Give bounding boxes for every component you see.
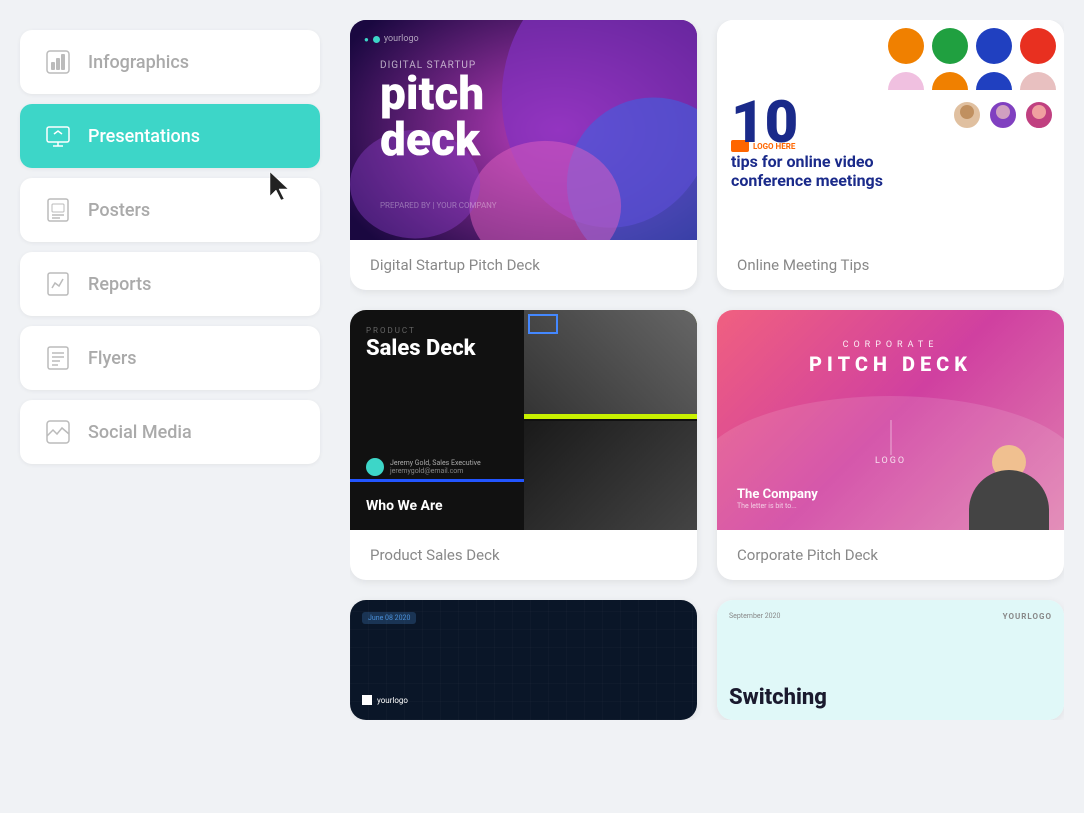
mouse-cursor [268, 170, 290, 204]
startup-logo: yourlogo [364, 34, 419, 44]
card-digital-startup[interactable]: yourlogo digital startup pitchdeck PREPA… [350, 20, 697, 290]
sidebar-item-flyers[interactable]: Flyers [20, 326, 320, 390]
infographics-icon [44, 48, 72, 76]
card-corporate-pitch[interactable]: CORPORATE PITCH DECK LOGO The Company Th… [717, 310, 1064, 580]
meeting-thumb-bg: LOGO HERE 10 tips for online video confe… [717, 20, 1064, 240]
sidebar-item-reports[interactable]: Reports [20, 252, 320, 316]
building-logo-area: yourlogo [362, 695, 408, 705]
sidebar-item-infographics[interactable]: Infographics [20, 30, 320, 94]
sidebar-item-social-media-label: Social Media [88, 422, 192, 443]
corporate-thumb-bg: CORPORATE PITCH DECK LOGO The Company Th… [717, 310, 1064, 530]
sidebar-item-infographics-label: Infographics [88, 52, 189, 73]
card-label-digital-startup: Digital Startup Pitch Deck [350, 240, 697, 290]
posters-icon [44, 196, 72, 224]
card-dark-building[interactable]: June 08 2020 yourlogo [350, 600, 697, 720]
social-media-icon [44, 418, 72, 446]
content-grid: yourlogo digital startup pitchdeck PREPA… [350, 20, 1064, 720]
card-label-corporate-pitch: Corporate Pitch Deck [717, 530, 1064, 580]
sidebar-item-posters-label: Posters [88, 200, 150, 221]
sales-text-area: PRODUCT Sales Deck [366, 326, 476, 361]
sidebar-item-presentations-label: Presentations [88, 126, 200, 147]
card-label-online-meeting: Online Meeting Tips [717, 240, 1064, 290]
card-thumb-dark-building: June 08 2020 yourlogo [350, 600, 697, 720]
card-thumb-digital-startup: yourlogo digital startup pitchdeck PREPA… [350, 20, 697, 240]
sidebar: Infographics Presentations Posters [20, 20, 320, 464]
startup-footer: PREPARED BY | YOUR COMPANY [380, 201, 497, 210]
sales-blue-line [350, 479, 524, 482]
reports-icon [44, 270, 72, 298]
sidebar-item-social-media[interactable]: Social Media [20, 400, 320, 464]
dark-building-bg: June 08 2020 yourlogo [350, 600, 697, 720]
startup-thumb-bg: yourlogo digital startup pitchdeck PREPA… [350, 20, 697, 240]
sidebar-item-presentations[interactable]: Presentations [20, 104, 320, 168]
corp-person-silhouette [964, 430, 1054, 530]
switching-date: September 2020 [729, 612, 780, 620]
card-product-sales[interactable]: PRODUCT Sales Deck Jeremy Gold, Sales Ex… [350, 310, 697, 580]
sidebar-item-reports-label: Reports [88, 274, 151, 295]
corp-title-area: CORPORATE PITCH DECK [717, 340, 1064, 376]
card-switching[interactable]: September 2020 YOURLOGO Switching [717, 600, 1064, 720]
switching-brand: YOURLOGO [1003, 612, 1052, 621]
card-thumb-online-meeting: LOGO HERE 10 tips for online video confe… [717, 20, 1064, 240]
startup-title: digital startup pitchdeck [380, 60, 484, 163]
sales-person-info: Jeremy Gold, Sales Executive jeremygold@… [366, 458, 481, 476]
card-thumb-corporate-pitch: CORPORATE PITCH DECK LOGO The Company Th… [717, 310, 1064, 530]
card-thumb-product-sales: PRODUCT Sales Deck Jeremy Gold, Sales Ex… [350, 310, 697, 530]
sales-thumb-bg: PRODUCT Sales Deck Jeremy Gold, Sales Ex… [350, 310, 697, 530]
switching-bg: September 2020 YOURLOGO Switching [717, 600, 1064, 720]
corp-divider-line [890, 420, 891, 455]
flyers-icon [44, 344, 72, 372]
building-date: June 08 2020 [362, 612, 416, 624]
switching-title: Switching [729, 685, 827, 710]
sidebar-item-flyers-label: Flyers [88, 348, 136, 369]
card-online-meeting[interactable]: LOGO HERE 10 tips for online video confe… [717, 20, 1064, 290]
card-thumb-switching: September 2020 YOURLOGO Switching [717, 600, 1064, 720]
sales-images [524, 310, 698, 530]
presentations-icon [44, 122, 72, 150]
card-label-product-sales: Product Sales Deck [350, 530, 697, 580]
meeting-number-area: 10 tips for online video conference meet… [731, 94, 911, 190]
corp-company-info: The Company The letter is bit to... [737, 487, 818, 510]
sales-who-label: Who We Are [366, 498, 443, 514]
